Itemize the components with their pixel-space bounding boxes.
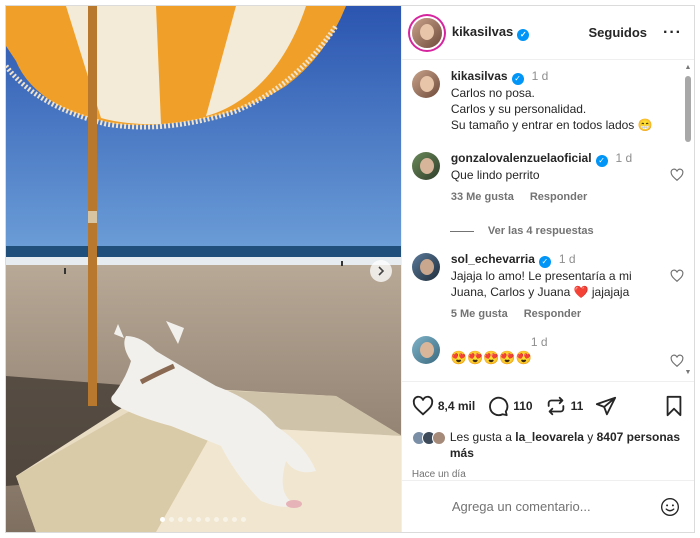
like-comment-heart-icon[interactable]	[670, 269, 684, 283]
add-comment-input[interactable]	[451, 499, 660, 514]
commenter-avatar[interactable]	[411, 152, 440, 180]
scroll-down-arrow-icon[interactable]: ▼	[684, 369, 692, 377]
verified-icon: ✓	[517, 29, 530, 41]
carousel-dot	[160, 517, 166, 522]
view-replies-button[interactable]: Ver las 4 respuestas	[449, 225, 670, 237]
likes-count[interactable]: 8,4 mil	[438, 399, 475, 413]
caption-time[interactable]: 1 d	[532, 69, 549, 83]
more-options-icon[interactable]: ···	[663, 24, 682, 42]
share-icon[interactable]	[595, 395, 617, 417]
comments-count[interactable]: 110	[513, 399, 532, 413]
author-username[interactable]: kikasilvas ✓	[452, 24, 530, 41]
carousel-dot	[205, 517, 211, 522]
caption-line-3: Su tamaño y entrar en todos lados 😁	[450, 118, 653, 132]
heart-icon[interactable]	[412, 395, 434, 417]
comment-likes[interactable]: 33 Me gusta	[451, 191, 514, 203]
bookmark-icon[interactable]	[664, 395, 684, 417]
repost-action: 11	[545, 395, 584, 417]
comments-scrollbar[interactable]: ▲ ▼	[684, 60, 692, 381]
reply-button[interactable]: Responder	[530, 191, 587, 203]
liked-by: Les gusta a la_leovarela y 8407 personas…	[402, 429, 694, 461]
caption-author[interactable]: kikasilvas	[451, 69, 508, 83]
carousel-dot	[187, 517, 193, 522]
comment-text: 😍😍😍😍😍	[450, 350, 532, 365]
verified-icon: ✓	[511, 73, 524, 85]
caption-line-2: Carlos y su personalidad.	[450, 102, 587, 116]
emoji-icon[interactable]	[660, 497, 680, 517]
scroll-up-arrow-icon[interactable]: ▲	[684, 64, 692, 72]
comment: 1 d 😍😍😍😍😍	[411, 334, 684, 368]
commenter-name[interactable]: gonzalovalenzuelaoficial	[451, 151, 592, 165]
comment-text: Que lindo perrito	[450, 168, 540, 182]
comment-time[interactable]: 1 d	[531, 335, 548, 349]
comment-icon[interactable]	[487, 395, 509, 417]
red-heart-emoji: ❤️	[573, 285, 589, 299]
comment-time[interactable]: 1 d	[616, 151, 633, 165]
view-replies-label[interactable]: Ver las 4 respuestas	[488, 225, 594, 237]
action-bar: 8,4 mil 110 11	[401, 381, 694, 429]
carousel-dot	[232, 517, 238, 522]
post-sidebar: kikasilvas ✓ Seguidos ··· kikasilvas ✓ 1 d …	[400, 6, 694, 532]
like-action: 8,4 mil	[412, 395, 475, 417]
liked-by-prefix: Les gusta a	[449, 430, 516, 444]
comment: gonzalovalenzuelaoficial ✓ 1 d Que lindo p…	[411, 150, 684, 203]
carousel-dot	[169, 517, 175, 522]
comment: sol_echevarria ✓ 1 d Jajaja lo amo! Le pre…	[411, 251, 684, 320]
chevron-right-icon	[378, 266, 385, 276]
carousel-dot	[178, 517, 184, 522]
post-timestamp[interactable]: Hace un día	[402, 461, 694, 480]
carousel-dot	[241, 517, 247, 522]
beach-photo	[6, 6, 401, 532]
carousel-dot	[214, 517, 220, 522]
comments-list[interactable]: kikasilvas ✓ 1 d Carlos no posa. Carlos y …	[402, 60, 694, 381]
commenter-name[interactable]: sol_echevarria	[451, 252, 535, 266]
caption-avatar[interactable]	[411, 70, 440, 98]
caption: kikasilvas ✓ 1 d Carlos no posa. Carlos y …	[411, 68, 670, 133]
comment-action: 110	[487, 395, 533, 417]
comment-likes[interactable]: 5 Me gusta	[451, 308, 508, 320]
next-photo-button[interactable]	[370, 260, 392, 282]
repost-icon[interactable]	[545, 395, 567, 417]
post-photo[interactable]	[6, 6, 401, 532]
commenter-avatar[interactable]	[411, 253, 440, 281]
reply-button[interactable]: Responder	[524, 308, 581, 320]
like-comment-heart-icon[interactable]	[670, 354, 684, 368]
author-avatar[interactable]	[411, 17, 442, 48]
carousel-dot	[196, 517, 202, 522]
comment-text-end: jajajaja	[588, 285, 630, 299]
carousel-dot	[223, 517, 229, 522]
comment-composer	[401, 480, 694, 532]
post-modal: kikasilvas ✓ Seguidos ··· kikasilvas ✓ 1 d …	[5, 5, 695, 533]
comment-text: Jajaja lo amo! Le presentaría a mi Juana…	[451, 268, 670, 300]
verified-icon: ✓	[538, 256, 551, 268]
verified-icon: ✓	[595, 155, 608, 167]
carousel-dots	[6, 517, 401, 522]
scroll-thumb[interactable]	[685, 76, 691, 142]
liked-by-user[interactable]: la_leovarela	[515, 430, 584, 444]
commenter-avatar[interactable]	[411, 336, 440, 364]
reposts-count[interactable]: 11	[571, 399, 584, 413]
following-button[interactable]: Seguidos	[589, 25, 648, 40]
author-name[interactable]: kikasilvas	[452, 24, 513, 39]
liked-by-joiner: y	[583, 430, 597, 444]
caption-line-1: Carlos no posa.	[450, 86, 535, 100]
liker-avatar[interactable]	[431, 431, 446, 445]
comment-time[interactable]: 1 d	[559, 252, 576, 266]
post-header: kikasilvas ✓ Seguidos ···	[401, 6, 694, 60]
like-comment-heart-icon[interactable]	[670, 168, 684, 182]
